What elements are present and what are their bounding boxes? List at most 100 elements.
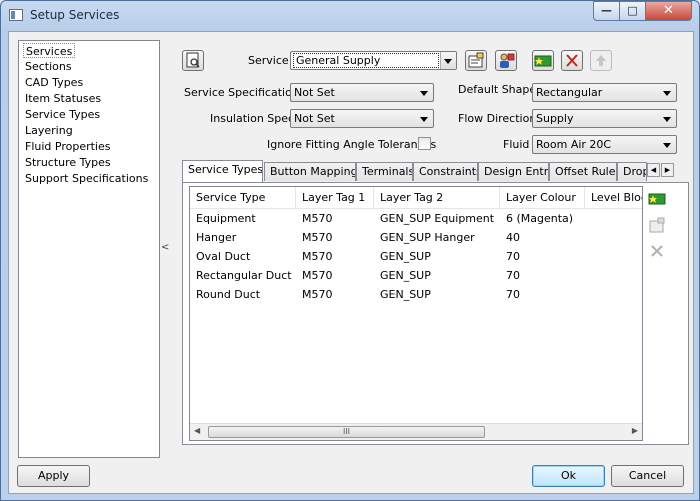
service-users-button[interactable] (495, 50, 517, 71)
flow-direction-label: Flow Direction (458, 112, 537, 125)
tab-button-mappings[interactable]: Button Mappings (264, 162, 356, 181)
nav-item-layering[interactable]: Layering (23, 123, 75, 138)
service-specification-label: Service Specification (184, 86, 299, 99)
ok-button[interactable]: Ok (532, 465, 605, 487)
add-green-icon (648, 193, 666, 205)
tab-scroll-right-button[interactable]: ▶ (661, 163, 674, 177)
cell-layer-colour: 70 (506, 288, 520, 301)
cell-layer-tag-2: GEN_SUP Equipment (380, 212, 495, 225)
column-header-layer-tag-2[interactable]: Layer Tag 2 (374, 187, 500, 209)
table-row[interactable]: Oval Duct M570 GEN_SUP 70 (190, 248, 642, 267)
chevron-down-icon (663, 91, 671, 96)
table-row[interactable]: Hanger M570 GEN_SUP Hanger 40 (190, 229, 642, 248)
properties-icon (649, 217, 665, 233)
settings-nav-list[interactable]: Services Sections CAD Types Item Statuse… (18, 40, 160, 458)
ignore-fitting-checkbox[interactable] (418, 137, 431, 150)
column-header-layer-tag-1[interactable]: Layer Tag 1 (296, 187, 374, 209)
service-properties-button[interactable] (465, 50, 487, 71)
table-row[interactable]: Rectangular Duct M570 GEN_SUP 70 (190, 267, 642, 286)
cell-layer-tag-1: M570 (302, 212, 333, 225)
flow-direction-value: Supply (536, 112, 574, 125)
tab-service-types[interactable]: Service Types (182, 160, 263, 182)
service-combobox[interactable]: General Supply (290, 51, 457, 70)
table-tools (645, 186, 669, 441)
panel-splitter[interactable]: < (161, 40, 169, 458)
column-header-level-block[interactable]: Level Bloc (585, 187, 642, 209)
cell-layer-tag-1: M570 (302, 250, 333, 263)
column-header-service-type[interactable]: Service Type (190, 187, 296, 209)
title-bar: Setup Services — □ ✕ (1, 1, 699, 31)
flow-direction-select[interactable]: Supply (532, 109, 677, 128)
service-types-panel: Service Type Layer Tag 1 Layer Tag 2 Lay… (182, 182, 689, 445)
nav-item-sections[interactable]: Sections (23, 59, 74, 74)
document-search-icon (186, 52, 200, 68)
fluid-label: Fluid (503, 138, 530, 151)
table-header: Service Type Layer Tag 1 Layer Tag 2 Lay… (190, 187, 642, 209)
nav-item-item-statuses[interactable]: Item Statuses (23, 91, 103, 106)
cell-service-type: Round Duct (196, 288, 261, 301)
scrollbar-thumb[interactable]: III (208, 426, 485, 438)
insulation-spec-select[interactable]: Not Set (290, 109, 434, 128)
service-dropdown-button[interactable] (440, 52, 456, 69)
delete-row-button[interactable] (647, 242, 667, 262)
properties-icon (468, 52, 484, 68)
scroll-left-arrow-icon[interactable]: ◀ (194, 426, 200, 435)
tab-scroll-left-button[interactable]: ◀ (647, 163, 660, 177)
close-button[interactable]: ✕ (645, 1, 692, 21)
minimize-icon: — (601, 4, 612, 17)
maximize-icon: □ (627, 4, 638, 17)
scroll-right-arrow-icon[interactable]: ▶ (632, 426, 638, 435)
fluid-select[interactable]: Room Air 20C (532, 135, 677, 154)
edit-row-button[interactable] (647, 216, 667, 236)
service-types-table[interactable]: Service Type Layer Tag 1 Layer Tag 2 Lay… (189, 186, 643, 441)
arrow-up-icon (596, 55, 606, 66)
tab-terminals[interactable]: Terminals (356, 162, 413, 181)
default-shape-value: Rectangular (536, 86, 603, 99)
tab-drop[interactable]: Drop (617, 162, 647, 181)
cell-service-type: Rectangular Duct (196, 269, 292, 282)
chevron-down-icon (420, 91, 428, 96)
cancel-button[interactable]: Cancel (611, 465, 684, 487)
delete-x-icon (651, 245, 663, 257)
maximize-button[interactable]: □ (619, 1, 646, 21)
window-icon (9, 9, 23, 21)
chevron-down-icon (663, 143, 671, 148)
cell-layer-tag-2: GEN_SUP (380, 288, 431, 301)
delete-service-button[interactable] (561, 50, 583, 71)
cell-layer-tag-1: M570 (302, 231, 333, 244)
add-service-button[interactable] (532, 50, 554, 71)
collapse-arrow-icon[interactable]: < (161, 242, 169, 253)
nav-item-structure-types[interactable]: Structure Types (23, 155, 113, 170)
move-up-button[interactable] (590, 50, 612, 71)
nav-item-cad-types[interactable]: CAD Types (23, 75, 85, 90)
cell-layer-colour: 6 (Magenta) (506, 212, 574, 225)
tab-offset-rules[interactable]: Offset Rules (549, 162, 617, 181)
add-green-icon (534, 55, 552, 67)
nav-item-services[interactable]: Services (23, 43, 76, 58)
horizontal-scrollbar[interactable]: ◀ III ▶ (190, 423, 642, 440)
table-row[interactable]: Round Duct M570 GEN_SUP 70 (190, 286, 642, 305)
nav-item-support-specifications[interactable]: Support Specifications (23, 171, 150, 186)
add-row-button[interactable] (647, 190, 667, 210)
nav-item-fluid-properties[interactable]: Fluid Properties (23, 139, 112, 154)
tab-design-entry[interactable]: Design Entry (478, 162, 549, 181)
insulation-spec-label: Insulation Spec (210, 112, 295, 125)
minimize-button[interactable]: — (593, 1, 620, 21)
cell-service-type: Equipment (196, 212, 256, 225)
tab-constraints[interactable]: Constraints (413, 162, 478, 181)
cell-service-type: Oval Duct (196, 250, 251, 263)
column-header-layer-colour[interactable]: Layer Colour (500, 187, 585, 209)
service-value[interactable]: General Supply (293, 53, 439, 68)
table-row[interactable]: Equipment M570 GEN_SUP Equipment 6 (Mage… (190, 210, 642, 229)
apply-button[interactable]: Apply (17, 465, 90, 487)
nav-item-service-types[interactable]: Service Types (23, 107, 102, 122)
dialog-client-area: Services Sections CAD Types Item Statuse… (8, 31, 694, 494)
preview-button[interactable] (182, 50, 204, 71)
delete-x-icon (566, 54, 578, 67)
default-shape-select[interactable]: Rectangular (532, 83, 677, 102)
service-specification-select[interactable]: Not Set (290, 83, 434, 102)
apply-button-label: Apply (37, 469, 70, 482)
cell-layer-tag-1: M570 (302, 288, 333, 301)
cell-layer-colour: 70 (506, 250, 520, 263)
cell-layer-colour: 70 (506, 269, 520, 282)
